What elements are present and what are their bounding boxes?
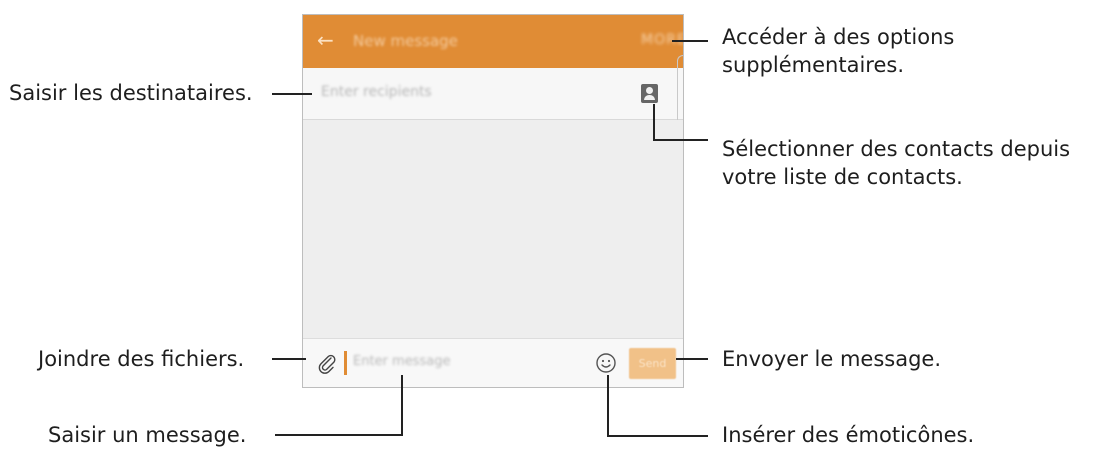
callout-send: Envoyer le message. (722, 347, 941, 371)
callout-contacts-line1: Sélectionner des contacts depuis (722, 137, 1071, 161)
callout-recipients: Saisir les destinataires. (9, 81, 253, 105)
callout-more-options-line1: Accéder à des options (722, 25, 955, 49)
callout-more-options-line2: supplémentaires. (722, 53, 904, 77)
callout-contacts-line2: votre liste de contacts. (722, 165, 963, 189)
callout-more-options: Accéder à des options supplémentaires. (722, 23, 954, 79)
callout-contacts: Sélectionner des contacts depuis votre l… (722, 135, 1070, 191)
callout-emoticons: Insérer des émoticônes. (722, 423, 975, 447)
callout-message: Saisir un message. (48, 423, 247, 447)
callout-attach: Joindre des fichiers. (38, 347, 245, 371)
